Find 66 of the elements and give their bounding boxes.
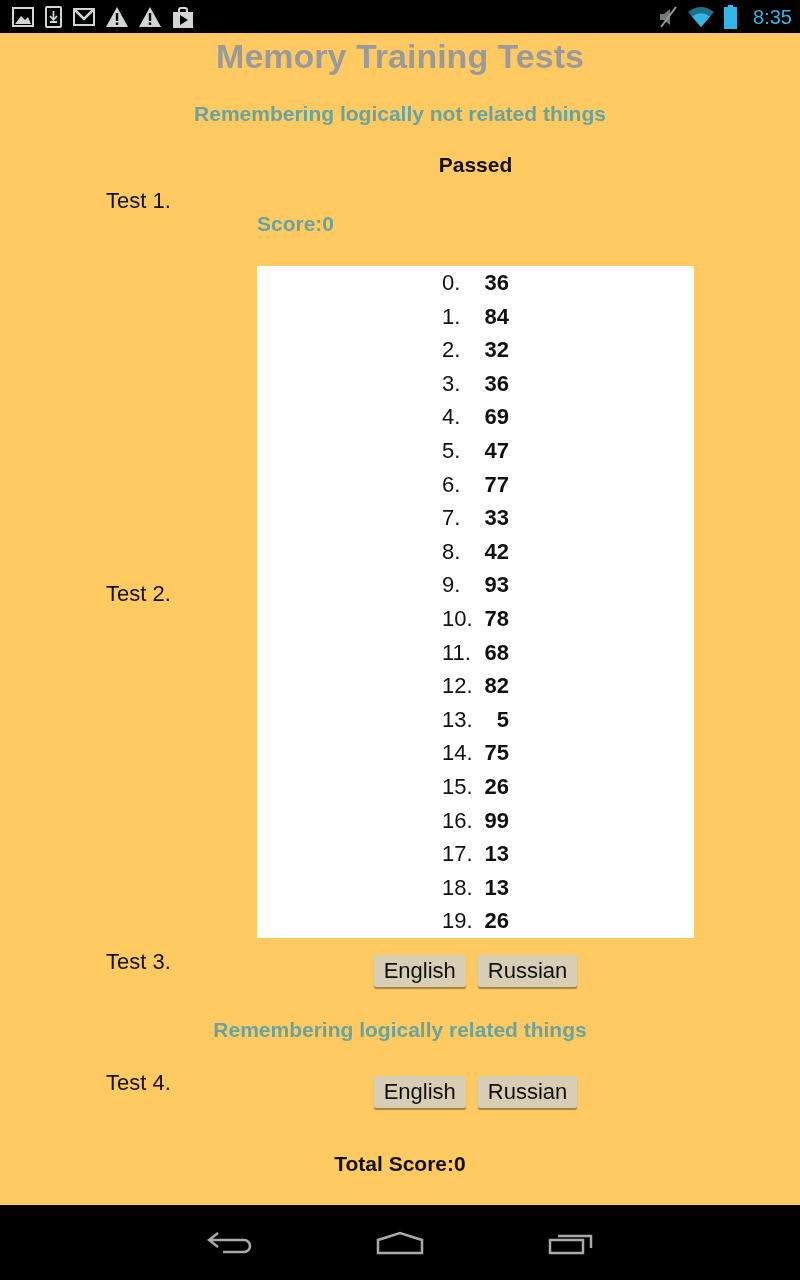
list-value: 33 xyxy=(483,504,509,533)
wifi-icon xyxy=(688,6,715,27)
section-heading: Remembering logically not related things xyxy=(194,101,606,127)
list-index: 15. xyxy=(442,772,474,801)
list-value: 68 xyxy=(483,638,509,667)
list-value: 13 xyxy=(483,840,509,869)
list-value: 82 xyxy=(483,672,509,701)
list-index: 9. xyxy=(442,571,462,600)
list-value: 36 xyxy=(483,369,509,398)
list-index: 10. xyxy=(442,604,474,633)
bag-icon xyxy=(172,5,194,28)
test-label: Test 1. xyxy=(106,186,172,215)
image-icon xyxy=(12,6,34,27)
list-index: 5. xyxy=(442,436,462,465)
list-index: 0. xyxy=(442,269,462,297)
language-button[interactable]: English xyxy=(373,954,466,987)
language-button[interactable]: Russian xyxy=(477,954,578,987)
list-value: 99 xyxy=(483,806,509,835)
list-value: 5 xyxy=(495,705,509,734)
list-index: 13. xyxy=(442,705,474,734)
section-heading: Remembering logically related things xyxy=(213,1016,587,1043)
list-index: 16. xyxy=(442,806,474,835)
list-value: 69 xyxy=(483,403,509,432)
test-status: Passed xyxy=(438,152,513,178)
download-icon xyxy=(45,5,62,28)
test-label: Test 3. xyxy=(106,948,172,977)
list-index: 11. xyxy=(442,638,472,667)
list-index: 14. xyxy=(442,739,474,768)
battery-icon xyxy=(724,4,738,29)
list-value: 32 xyxy=(483,336,509,365)
test-label: Test 2. xyxy=(106,579,172,608)
list-value: 13 xyxy=(483,873,509,902)
muted-speaker-icon xyxy=(658,5,679,28)
list-value: 42 xyxy=(483,537,509,566)
test-label: Test 4. xyxy=(106,1069,172,1098)
language-button[interactable]: English xyxy=(373,1075,466,1108)
language-button[interactable]: Russian xyxy=(477,1075,578,1108)
warning-icon xyxy=(106,6,128,27)
list-value: 36 xyxy=(483,269,509,297)
list-value: 75 xyxy=(483,739,509,768)
list-value: 47 xyxy=(483,436,509,465)
list-value: 78 xyxy=(483,604,509,633)
list-value: 77 xyxy=(483,470,509,499)
total-score: Total Score:0 xyxy=(334,1150,466,1177)
list-index: 17. xyxy=(442,840,474,869)
list-value: 26 xyxy=(483,772,509,801)
list-index: 12. xyxy=(442,672,474,701)
app-title: Memory Training Tests xyxy=(216,36,584,76)
list-index: 4. xyxy=(442,403,462,432)
mail-icon xyxy=(73,7,95,26)
list-index: 6. xyxy=(442,470,462,499)
list-index: 18. xyxy=(442,873,474,902)
back-icon[interactable] xyxy=(206,1230,252,1255)
home-icon[interactable] xyxy=(376,1230,424,1255)
test-score: Score:0 xyxy=(257,211,336,237)
list-index: 7. xyxy=(442,504,462,533)
list-index: 3. xyxy=(442,369,462,398)
list-value: 26 xyxy=(483,907,509,936)
list-index: 8. xyxy=(442,537,462,566)
list-index: 1. xyxy=(442,302,462,331)
list-index: 19. xyxy=(442,907,474,936)
list-value: 84 xyxy=(483,302,509,331)
warning-icon xyxy=(139,6,161,27)
list-index: 2. xyxy=(442,336,462,365)
list-value: 93 xyxy=(483,571,509,600)
status-time: 8:35 xyxy=(753,4,792,29)
